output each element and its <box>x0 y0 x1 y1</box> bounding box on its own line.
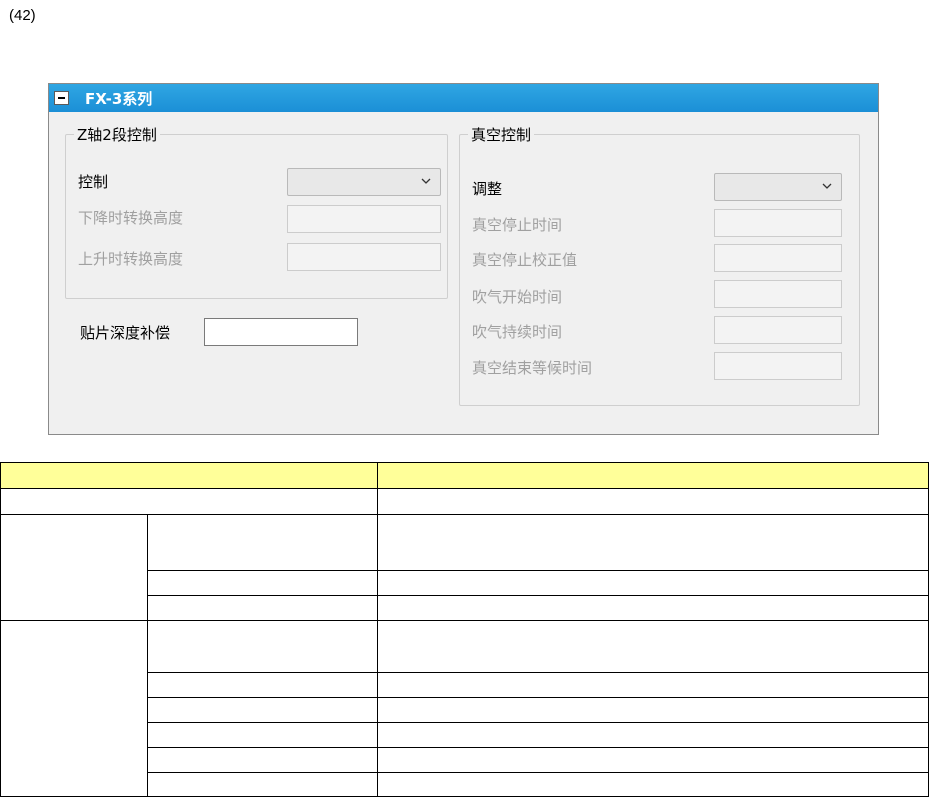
table-cell <box>0 488 378 515</box>
table-cell <box>376 747 929 773</box>
table-header-cell <box>0 462 378 489</box>
table-cell <box>146 620 378 673</box>
depth-comp-label: 贴片深度补偿 <box>80 324 171 342</box>
control-label: 控制 <box>78 173 109 191</box>
descend-height-label: 下降时转换高度 <box>78 209 184 227</box>
vacuum-item-label: 吹气持续时间 <box>472 323 563 341</box>
chevron-down-icon <box>822 183 832 189</box>
vacuum-item-label: 真空停止校正值 <box>472 251 578 269</box>
table-cell <box>146 514 378 571</box>
adjust-label: 调整 <box>472 180 503 198</box>
vacuum-item-label: 真空结束等候时间 <box>472 359 593 377</box>
vacuum-item-label: 真空停止时间 <box>472 216 563 234</box>
depth-comp-input[interactable] <box>204 318 358 346</box>
table-header-cell <box>376 462 929 489</box>
table-cell <box>146 672 378 698</box>
vacuum-item-input[interactable] <box>714 352 842 380</box>
table-cell <box>0 620 148 797</box>
ascend-height-input[interactable] <box>287 243 441 271</box>
table-cell <box>146 570 378 596</box>
table-header-row <box>0 462 929 489</box>
table-cell <box>146 722 378 748</box>
z-axis-group-legend: Z轴2段控制 <box>74 124 160 145</box>
window-title: FX-3系列 <box>85 90 153 108</box>
vacuum-group-legend: 真空控制 <box>468 124 535 145</box>
table-cell <box>376 488 929 515</box>
table-cell <box>376 570 929 596</box>
vacuum-item-input[interactable] <box>714 280 842 308</box>
table-row <box>0 488 929 515</box>
collapse-icon[interactable] <box>54 91 69 105</box>
chevron-down-icon <box>421 178 431 184</box>
title-bar: FX-3系列 <box>49 84 878 112</box>
page-number: (42) <box>9 7 36 24</box>
table-cell <box>376 722 929 748</box>
spec-table <box>0 462 929 797</box>
vacuum-item-label: 吹气开始时间 <box>472 288 563 306</box>
table-cell <box>146 747 378 773</box>
table-cell <box>146 595 378 621</box>
vacuum-item-input[interactable] <box>714 316 842 344</box>
table-cell <box>376 620 929 673</box>
vacuum-item-input[interactable] <box>714 209 842 237</box>
fx3-window: FX-3系列 Z轴2段控制 控制 下降时转换高度 上升时转换高度 贴片深度补偿 … <box>48 83 879 435</box>
table-cell <box>376 595 929 621</box>
control-select[interactable] <box>287 168 441 196</box>
table-cell <box>376 672 929 698</box>
table-cell <box>146 697 378 723</box>
table-cell <box>376 697 929 723</box>
table-row <box>0 514 929 621</box>
table-cell <box>146 772 378 797</box>
table-cell <box>376 514 929 571</box>
vacuum-item-input[interactable] <box>714 244 842 272</box>
table-row <box>0 620 929 797</box>
ascend-height-label: 上升时转换高度 <box>78 250 184 268</box>
table-cell <box>376 772 929 797</box>
adjust-select[interactable] <box>714 173 842 201</box>
table-cell <box>0 514 148 621</box>
descend-height-input[interactable] <box>287 205 441 233</box>
